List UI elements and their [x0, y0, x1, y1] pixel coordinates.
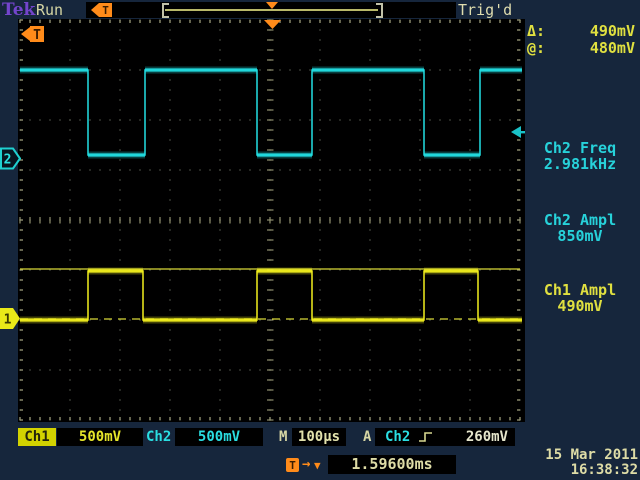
ch1-marker-label: 1	[4, 313, 12, 328]
measurement-ch2-ampl: Ch2 Ampl 850mV	[521, 212, 639, 244]
trigger-t-glyph: T	[33, 28, 41, 43]
measurement-value: 2.981kHz	[521, 156, 639, 172]
record-view-trigger-marker[interactable]	[266, 2, 278, 9]
trigger-t-icon: T	[286, 458, 299, 472]
record-view-left-bracket	[162, 3, 169, 18]
arrow-right-icon: →	[302, 456, 310, 472]
measurement-ch1-ampl: Ch1 Ampl 490mV	[521, 282, 639, 314]
triangle-down-icon: ▼	[314, 459, 321, 472]
trigger-t-icon: T	[99, 3, 112, 17]
timebase-label: M	[279, 428, 287, 446]
date-time: 15 Mar 2011 16:38:32	[518, 448, 638, 478]
ch1-position-marker[interactable]: 1	[0, 307, 21, 330]
timebase-readout: 100µs	[292, 428, 346, 446]
delay-trigger-icon: T	[286, 458, 299, 472]
cursor-delta-label: Δ:	[527, 23, 545, 40]
trigger-level-readout: 260mV	[466, 428, 508, 446]
measurement-label: Ch2 Freq	[521, 140, 639, 156]
ch1-scale-readout: 500mV	[57, 428, 143, 446]
trigger-a-label: A	[363, 428, 371, 446]
waveform-display: T	[18, 19, 525, 422]
trigger-readout: Ch2 260mV	[375, 428, 515, 446]
trigger-status: Trig'd	[458, 1, 512, 19]
measurement-value: 490mV	[521, 298, 639, 314]
trigger-source: Ch2	[385, 428, 410, 446]
delay-time-readout: 1.59600ms	[328, 455, 456, 474]
ch1-badge[interactable]: Ch1	[18, 428, 56, 446]
ch2-position-marker[interactable]: 2	[0, 147, 21, 170]
cursor-at-label: @:	[527, 40, 545, 57]
measurement-value: 850mV	[521, 228, 639, 244]
tek-logo: Tek	[2, 0, 35, 20]
ch2-scale-readout: 500mV	[175, 428, 263, 446]
record-view-right-bracket	[376, 3, 383, 18]
ch2-badge[interactable]: Ch2	[146, 428, 171, 446]
date: 15 Mar 2011	[518, 448, 638, 463]
measurement-label: Ch2 Ampl	[521, 212, 639, 228]
measurement-label: Ch1 Ampl	[521, 282, 639, 298]
rising-edge-icon	[418, 430, 433, 444]
time: 16:38:32	[518, 463, 638, 478]
trigger-offscreen-icon: T	[91, 3, 112, 17]
record-view-bar[interactable]	[165, 9, 378, 11]
arrow-left-icon	[91, 3, 99, 17]
measurement-ch2-freq: Ch2 Freq 2.981kHz	[521, 140, 639, 172]
cursor-delta-value: 490mV	[590, 23, 635, 40]
ch2-marker-label: 2	[4, 153, 12, 168]
acquisition-status: Run	[36, 1, 63, 19]
cursor-readout: Δ: 490mV @: 480mV	[527, 23, 635, 57]
cursor-at-value: 480mV	[590, 40, 635, 57]
